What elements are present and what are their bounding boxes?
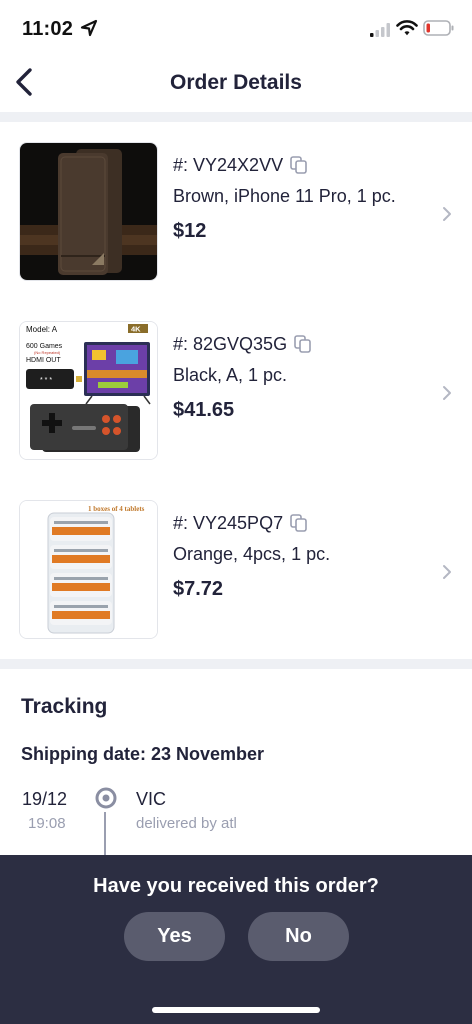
order-price: $7.72 — [173, 578, 224, 600]
copy-icon[interactable] — [289, 155, 309, 175]
product-image-razor-blades: 1 boxes of 4 tablets — [19, 500, 158, 639]
nav-bar: Order Details — [0, 56, 472, 112]
order-item[interactable]: #: VY24X2VV Brown, iPhone 11 Pro, 1 pc. … — [0, 142, 472, 292]
razor-banner-text: 1 boxes of 4 tablets — [88, 505, 145, 513]
yes-button[interactable]: Yes — [124, 912, 225, 961]
shipping-date: Shipping date: 23 November — [21, 744, 265, 764]
copy-icon[interactable] — [289, 513, 309, 533]
timeline-line — [104, 812, 106, 856]
copy-icon[interactable] — [293, 334, 313, 354]
chevron-right-icon — [443, 565, 451, 579]
console-hdmi-text: HDMI OUT — [26, 357, 61, 364]
status-time: 11:02 — [22, 18, 74, 40]
tracking-event-carrier: delivered by atl — [136, 815, 237, 832]
section-divider — [0, 659, 472, 669]
order-id-row: #: VY245PQ7 — [173, 512, 309, 534]
order-id-row: #: VY24X2VV — [173, 154, 309, 176]
battery-low-icon — [423, 20, 454, 36]
razor-cartridge-2 — [50, 545, 112, 569]
order-number: #: VY245PQ7 — [173, 512, 284, 533]
console-sub-text: (No Repeated) — [34, 350, 61, 355]
order-number: #: 82GVQ35G — [173, 333, 288, 354]
order-item[interactable]: Model: A 600 Games (No Repeated) HDMI OU… — [0, 321, 472, 471]
product-image-phone-case — [19, 142, 158, 281]
order-item[interactable]: 1 boxes of 4 tablets #: VY245PQ7 Orange,… — [0, 500, 472, 650]
page-title: Order Details — [170, 71, 302, 94]
order-id-row: #: 82GVQ35G — [173, 333, 313, 355]
signal-icon — [370, 23, 390, 37]
product-image-game-console: Model: A 600 Games (No Repeated) HDMI OU… — [19, 321, 158, 460]
order-description: Orange, 4pcs, 1 pc. — [173, 544, 331, 564]
order-number: #: VY24X2VV — [173, 154, 284, 175]
console-stars: * * * — [40, 377, 52, 384]
chevron-right-icon — [443, 386, 451, 400]
console-games-text: 600 Games — [26, 343, 63, 350]
tracking-title: Tracking — [21, 695, 108, 718]
tracking-event-date: 19/12 — [22, 789, 68, 809]
razor-cartridge-3 — [50, 573, 112, 597]
order-price: $41.65 — [173, 399, 235, 421]
wifi-icon — [396, 20, 418, 36]
receipt-confirmation-sheet: Have you received this order? Yes No — [0, 855, 472, 1024]
order-description: Brown, iPhone 11 Pro, 1 pc. — [173, 186, 396, 206]
confirmation-question: Have you received this order? — [93, 875, 379, 897]
razor-cartridge-4 — [50, 601, 112, 625]
order-price: $12 — [173, 220, 207, 242]
console-4k-badge: 4K — [131, 325, 141, 334]
razor-cartridge-1 — [50, 517, 112, 541]
console-model-text: Model: A — [26, 325, 58, 334]
section-divider — [0, 112, 472, 122]
tracking-event-location: VIC — [136, 789, 167, 809]
no-button[interactable]: No — [248, 912, 349, 961]
order-description: Black, A, 1 pc. — [173, 365, 288, 385]
tracking-event-time: 19:08 — [28, 815, 66, 832]
location-arrow-icon — [80, 19, 98, 37]
timeline-dot-icon — [95, 787, 117, 809]
status-bar: 11:02 — [0, 0, 472, 56]
chevron-right-icon — [443, 207, 451, 221]
home-indicator[interactable] — [152, 1007, 320, 1013]
